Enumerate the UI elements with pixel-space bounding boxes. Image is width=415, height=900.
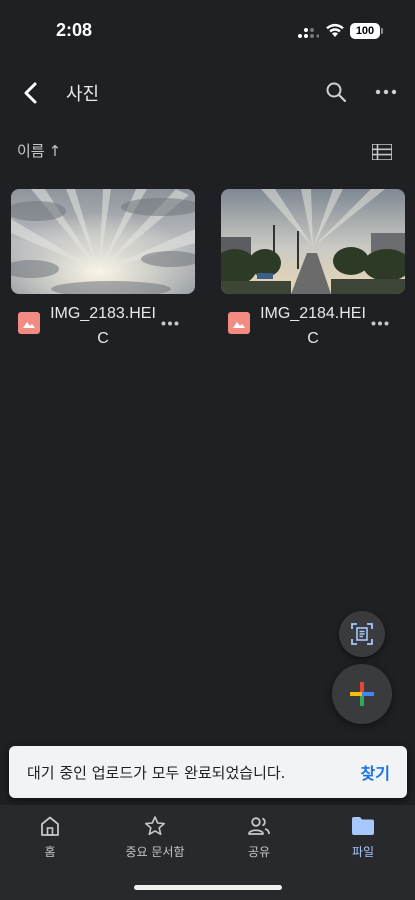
list-view-toggle[interactable] — [368, 138, 396, 166]
scan-document-button[interactable] — [339, 611, 385, 657]
file-more-button[interactable] — [157, 311, 183, 335]
plus-icon — [350, 682, 374, 706]
nav-shared[interactable]: 공유 — [209, 813, 309, 865]
nav-starred-label: 중요 문서함 — [125, 845, 185, 859]
sort-bar: 이름 ↑ — [0, 130, 415, 170]
file-more-button[interactable] — [367, 311, 393, 335]
cellular-signal-icon — [298, 28, 319, 38]
file-thumbnail — [221, 189, 405, 294]
nav-starred[interactable]: 중요 문서함 — [105, 813, 205, 865]
top-app-bar: 사진 — [0, 62, 415, 122]
home-icon — [41, 816, 59, 836]
more-horizontal-icon — [161, 321, 179, 325]
back-button[interactable] — [14, 76, 48, 110]
folder-icon — [352, 817, 374, 835]
file-name: IMG_2183.HEIC — [50, 305, 156, 347]
nav-files[interactable]: 파일 — [313, 813, 413, 865]
page-title: 사진 — [66, 84, 100, 105]
arrow-up-icon: ↑ — [48, 141, 62, 160]
file-card[interactable]: IMG_2183.HEIC — [11, 189, 195, 354]
new-item-button[interactable] — [332, 664, 392, 724]
wifi-icon — [326, 23, 344, 37]
snackbar-find-button[interactable]: 찾기 — [361, 760, 390, 784]
upload-complete-snackbar: 대기 중인 업로드가 모두 완료되었습니다. 찾기 — [9, 746, 407, 798]
nav-home[interactable]: 홈 — [0, 813, 100, 865]
search-button[interactable] — [320, 76, 352, 108]
nav-files-label: 파일 — [351, 845, 375, 859]
status-time: 2:08 — [56, 20, 93, 40]
file-name: IMG_2184.HEIC — [260, 305, 366, 347]
list-view-icon — [372, 144, 392, 160]
more-options-button[interactable] — [370, 76, 402, 108]
nav-home-label: 홈 — [44, 845, 56, 859]
chevron-left-icon — [24, 82, 37, 104]
star-icon — [145, 816, 165, 836]
drive-folder-screen: 2:08 100 사진 이름 ↑ IMG_2183.HEIC IMG_2184.… — [0, 0, 415, 900]
battery-indicator: 100 — [350, 23, 383, 39]
file-card[interactable]: IMG_2184.HEIC — [221, 189, 405, 354]
image-icon — [228, 312, 250, 334]
snackbar-message: 대기 중인 업로드가 모두 완료되었습니다. — [27, 764, 286, 782]
sort-label: 이름 — [17, 142, 45, 160]
status-bar: 2:08 100 — [0, 0, 415, 62]
search-icon — [326, 82, 347, 103]
people-icon — [248, 817, 270, 835]
image-icon — [18, 312, 40, 334]
nav-shared-label: 공유 — [247, 845, 271, 859]
file-thumbnail — [11, 189, 195, 294]
sort-by-name-button[interactable]: 이름 ↑ — [17, 140, 61, 161]
more-horizontal-icon — [371, 321, 389, 325]
home-indicator[interactable] — [134, 885, 282, 890]
more-horizontal-icon — [375, 89, 397, 95]
document-scan-icon — [351, 623, 373, 645]
